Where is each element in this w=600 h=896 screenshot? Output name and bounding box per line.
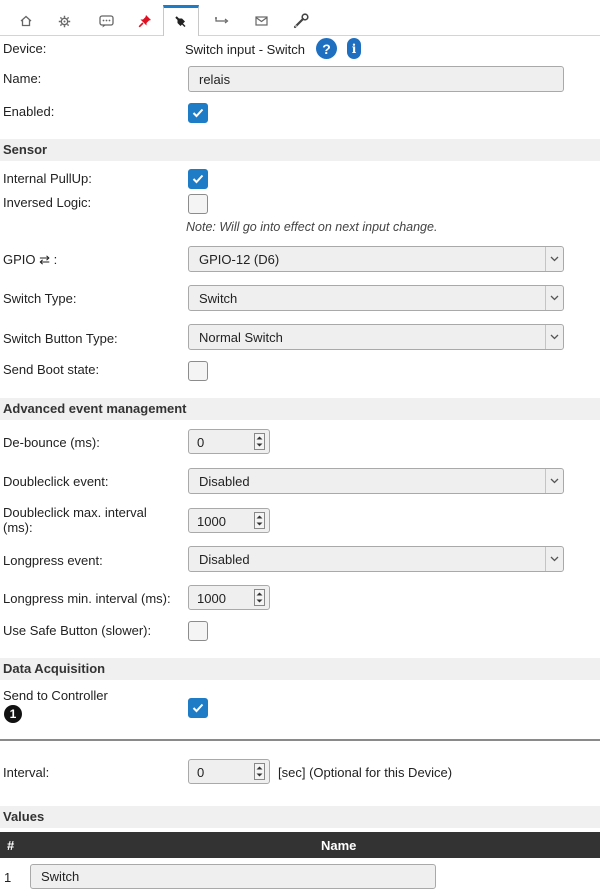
switch-type-value: Switch <box>199 291 238 306</box>
dc-interval-input[interactable]: 1000 <box>188 508 270 533</box>
switch-type-select[interactable]: Switch <box>188 285 564 311</box>
dc-interval-value: 1000 <box>197 514 226 529</box>
chevron-down-icon <box>545 547 563 571</box>
debounce-value: 0 <box>197 435 205 450</box>
name-label: Name: <box>3 71 42 86</box>
advanced-section-header: Advanced event management <box>0 398 600 420</box>
enabled-checkbox[interactable] <box>188 103 208 123</box>
tab-notifications[interactable] <box>243 6 279 36</box>
tab-bar <box>0 0 600 36</box>
send-controller-label: Send to Controller <box>3 688 108 703</box>
tab-tools[interactable] <box>283 6 319 36</box>
interval-suffix: [sec] (Optional for this Device) <box>278 765 453 780</box>
spinner-icon[interactable] <box>254 512 265 529</box>
pullup-label: Internal PullUp: <box>3 171 92 186</box>
interval-label: Interval: <box>3 765 50 780</box>
tab-config[interactable] <box>46 6 82 36</box>
gear-icon <box>58 15 70 27</box>
controller-number-badge: 1 <box>4 705 22 723</box>
value-name: Switch <box>41 869 80 884</box>
safe-button-label: Use Safe Button (slower): <box>3 623 152 638</box>
longpress-label: Longpress event: <box>3 553 103 568</box>
pin-icon <box>138 15 151 28</box>
sensor-section-header: Sensor <box>0 139 600 161</box>
spinner-icon[interactable] <box>254 433 265 450</box>
interval-input[interactable]: 0 <box>188 759 270 784</box>
tab-devices[interactable] <box>163 5 199 36</box>
button-type-select[interactable]: Normal Switch <box>188 324 564 350</box>
chevron-down-icon <box>545 286 563 310</box>
arrows-icon <box>215 17 229 24</box>
boot-state-checkbox[interactable] <box>188 361 208 381</box>
dc-interval-label-line1: Doubleclick max. interval <box>3 505 147 520</box>
inversed-note: Note: Will go into effect on next input … <box>186 220 438 234</box>
switch-type-label: Switch Type: <box>3 291 77 306</box>
boot-state-label: Send Boot state: <box>3 362 100 377</box>
doubleclick-label: Doubleclick event: <box>3 474 109 489</box>
column-header-index: # <box>7 838 15 853</box>
help-icon[interactable]: ? <box>316 38 337 59</box>
value-name-input[interactable]: Switch <box>30 864 436 889</box>
mail-icon <box>254 16 268 26</box>
debounce-label: De-bounce (ms): <box>3 435 100 450</box>
name-input[interactable]: relais <box>188 66 564 92</box>
device-value: Switch input - Switch <box>185 42 305 57</box>
acquisition-section-header: Data Acquisition <box>0 658 600 680</box>
lp-interval-value: 1000 <box>197 591 226 606</box>
value-row-index: 1 <box>4 870 12 885</box>
info-icon[interactable]: i <box>347 38 361 59</box>
debounce-input[interactable]: 0 <box>188 429 270 454</box>
tab-rules[interactable] <box>204 6 240 36</box>
chevron-down-icon <box>545 325 563 349</box>
values-table-header: # Name <box>0 832 600 858</box>
info-glyph: i <box>351 41 357 56</box>
gpio-value: GPIO-12 (D6) <box>199 252 280 267</box>
divider <box>0 739 600 741</box>
tab-main[interactable] <box>8 6 44 36</box>
lp-interval-input[interactable]: 1000 <box>188 585 270 610</box>
tab-hardware[interactable] <box>127 6 163 36</box>
inversed-label: Inversed Logic: <box>3 195 92 210</box>
chat-icon <box>98 14 114 27</box>
enabled-label: Enabled: <box>3 104 55 119</box>
checkmark-icon <box>192 174 204 184</box>
name-value: relais <box>199 71 231 87</box>
button-type-label: Switch Button Type: <box>3 331 118 346</box>
doubleclick-select[interactable]: Disabled <box>188 468 564 494</box>
values-section-header: Values <box>0 806 600 828</box>
checkmark-icon <box>192 108 204 118</box>
chevron-down-icon <box>545 469 563 493</box>
button-type-value: Normal Switch <box>199 330 283 345</box>
lp-interval-label: Longpress min. interval (ms): <box>3 591 171 606</box>
longpress-value: Disabled <box>199 552 250 567</box>
wrench-icon <box>293 13 309 29</box>
dc-interval-label: Doubleclick max. interval (ms): <box>3 505 147 535</box>
spinner-icon[interactable] <box>254 763 265 780</box>
gpio-label: GPIO ⇄ : <box>3 252 58 267</box>
badge-number: 1 <box>9 707 17 721</box>
plug-icon <box>175 16 186 27</box>
device-label: Device: <box>3 41 47 56</box>
send-controller-checkbox[interactable] <box>188 698 208 718</box>
spinner-icon[interactable] <box>254 589 265 606</box>
column-header-name: Name <box>321 838 357 853</box>
home-icon <box>20 15 32 27</box>
safe-button-checkbox[interactable] <box>188 621 208 641</box>
interval-value: 0 <box>197 765 205 780</box>
chevron-down-icon <box>545 247 563 271</box>
pullup-checkbox[interactable] <box>188 169 208 189</box>
tab-controllers[interactable] <box>88 6 124 36</box>
longpress-select[interactable]: Disabled <box>188 546 564 572</box>
checkmark-icon <box>192 703 204 713</box>
gpio-select[interactable]: GPIO-12 (D6) <box>188 246 564 272</box>
dc-interval-label-line2: (ms): <box>3 520 33 535</box>
doubleclick-value: Disabled <box>199 474 250 489</box>
help-glyph: ? <box>322 40 331 57</box>
inversed-checkbox[interactable] <box>188 194 208 214</box>
